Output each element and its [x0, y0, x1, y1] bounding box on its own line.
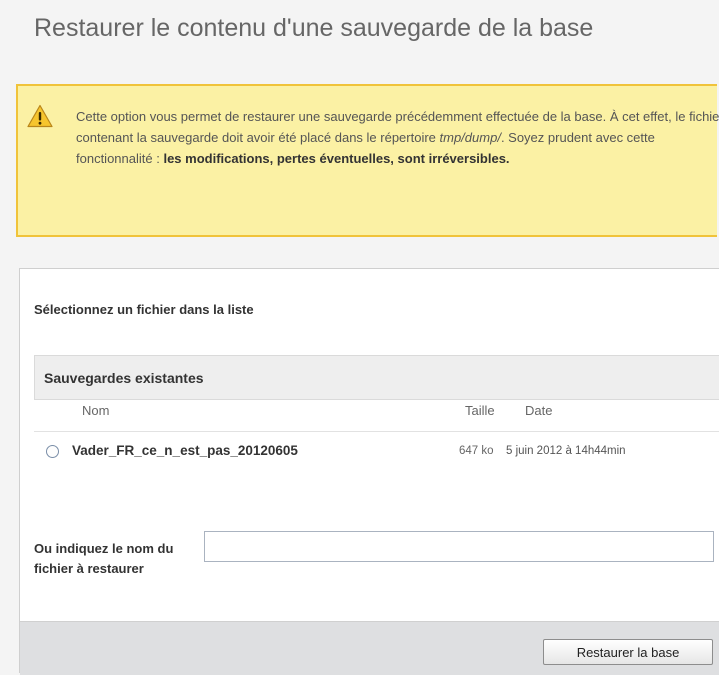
manual-filename-label: Ou indiquez le nom du fichier à restaure… [34, 541, 174, 576]
select-file-heading: Sélectionnez un fichier dans la liste [34, 302, 254, 317]
form-footer: Restaurer la base [20, 621, 719, 675]
column-header-name: Nom [82, 403, 110, 418]
warning-irreversible-note: les modifications, pertes éventuelles, s… [163, 151, 510, 166]
existing-backups-title: Sauvegardes existantes [44, 370, 204, 386]
warning-icon [27, 104, 53, 128]
manual-filename-input[interactable] [204, 531, 714, 562]
warning-notice: Cette option vous permet de restaurer un… [16, 84, 719, 237]
table-row[interactable]: Vader_FR_ce_n_est_pas_20120605 647 ko 5 … [34, 432, 719, 472]
warning-text: Cette option vous permet de restaurer un… [76, 106, 719, 169]
backup-file-size: 647 ko [459, 445, 494, 457]
restore-form-panel: Sélectionnez un fichier dans la liste Sa… [19, 268, 719, 675]
dump-directory-path: tmp/dump/ [439, 130, 501, 145]
column-header-size: Taille [465, 403, 495, 418]
restore-database-button[interactable]: Restaurer la base [543, 639, 713, 665]
page-title: Restaurer le contenu d'une sauvegarde de… [34, 14, 594, 42]
backup-file-date: 5 juin 2012 à 14h44min [506, 445, 626, 457]
backup-file-name: Vader_FR_ce_n_est_pas_20120605 [72, 443, 298, 458]
existing-backups-header: Sauvegardes existantes [34, 355, 719, 400]
column-header-date: Date [525, 403, 553, 418]
backup-radio-button[interactable] [46, 445, 59, 458]
